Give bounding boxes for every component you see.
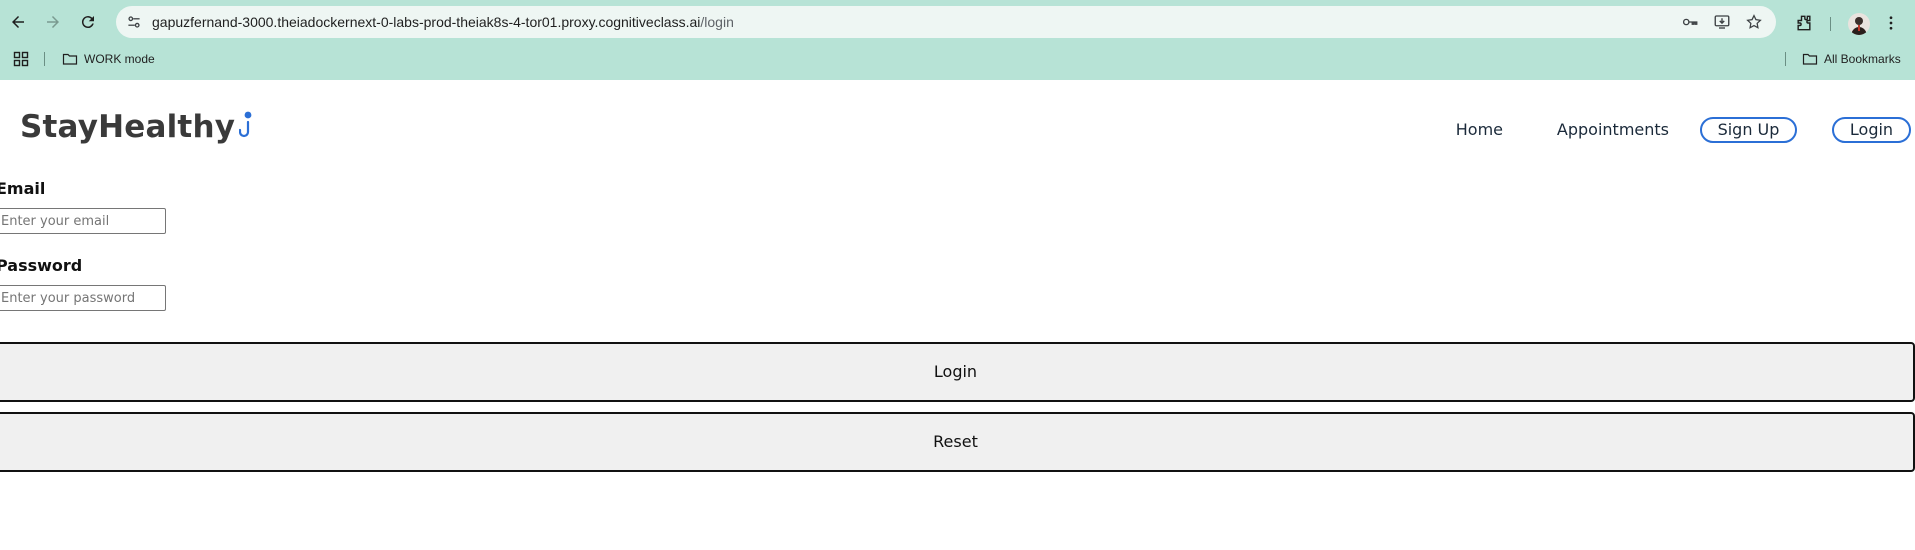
toolbar-divider: [1830, 17, 1831, 31]
apps-grid-icon: [13, 51, 29, 67]
nav-home-link[interactable]: Home: [1456, 115, 1503, 145]
address-bar[interactable]: gapuzfernand-3000.theiadockernext-0-labs…: [116, 6, 1776, 38]
all-bookmarks-button[interactable]: All Bookmarks: [1802, 46, 1901, 72]
password-label: Password: [0, 256, 83, 275]
avatar-icon: [1851, 17, 1867, 35]
email-input[interactable]: [0, 208, 166, 234]
arrow-right-icon: [47, 16, 59, 28]
bookmark-star-button[interactable]: [1744, 12, 1764, 32]
extensions-button[interactable]: [1793, 12, 1815, 34]
nav-login-button[interactable]: Login: [1832, 117, 1911, 143]
bookmarks-bar: WORK mode All Bookmarks: [0, 46, 1915, 72]
apps-button[interactable]: [13, 46, 29, 72]
browser-menu-button[interactable]: [1880, 12, 1902, 34]
password-key-button[interactable]: [1680, 12, 1700, 32]
site-info-button[interactable]: [124, 12, 144, 32]
folder-icon: [62, 53, 78, 65]
puzzle-icon: [1797, 15, 1811, 31]
arrow-left-icon: [12, 16, 24, 28]
folder-icon: [1802, 53, 1818, 65]
reload-button[interactable]: [73, 5, 103, 39]
bookmark-label: All Bookmarks: [1824, 52, 1901, 66]
reload-icon: [81, 16, 94, 29]
site-logo[interactable]: StayHealthy: [20, 104, 255, 150]
password-input[interactable]: [0, 285, 166, 311]
kebab-menu-icon: [1889, 16, 1893, 30]
bookmarks-divider: [44, 52, 45, 66]
star-icon: [1746, 14, 1762, 29]
profile-avatar[interactable]: [1848, 13, 1870, 35]
login-submit-button[interactable]: Login: [0, 342, 1915, 402]
url-path: /login: [700, 14, 734, 30]
bookmarks-divider: [1785, 52, 1786, 66]
stethoscope-icon: [239, 111, 252, 138]
tune-icon: [128, 16, 140, 28]
logo-text: StayHealthy: [20, 109, 236, 145]
email-label: Email: [0, 179, 46, 198]
forward-button[interactable]: [38, 5, 68, 39]
bookmark-label: WORK mode: [84, 52, 155, 66]
back-button[interactable]: [3, 5, 33, 39]
nav-appointments-link[interactable]: Appointments: [1557, 115, 1669, 145]
install-icon: [1714, 15, 1730, 29]
key-icon: [1682, 18, 1698, 26]
bookmark-folder-work-mode[interactable]: WORK mode: [62, 46, 155, 72]
page-content: StayHealthy Home Appointments Sign Up Lo…: [0, 80, 1915, 550]
url-host: gapuzfernand-3000.theiadockernext-0-labs…: [152, 14, 701, 30]
browser-toolbar: gapuzfernand-3000.theiadockernext-0-labs…: [0, 5, 1915, 39]
reset-button[interactable]: Reset: [0, 412, 1915, 472]
url-text: gapuzfernand-3000.theiadockernext-0-labs…: [152, 6, 734, 38]
nav-signup-button[interactable]: Sign Up: [1700, 117, 1797, 143]
browser-chrome: gapuzfernand-3000.theiadockernext-0-labs…: [0, 0, 1915, 80]
install-app-button[interactable]: [1712, 12, 1732, 32]
